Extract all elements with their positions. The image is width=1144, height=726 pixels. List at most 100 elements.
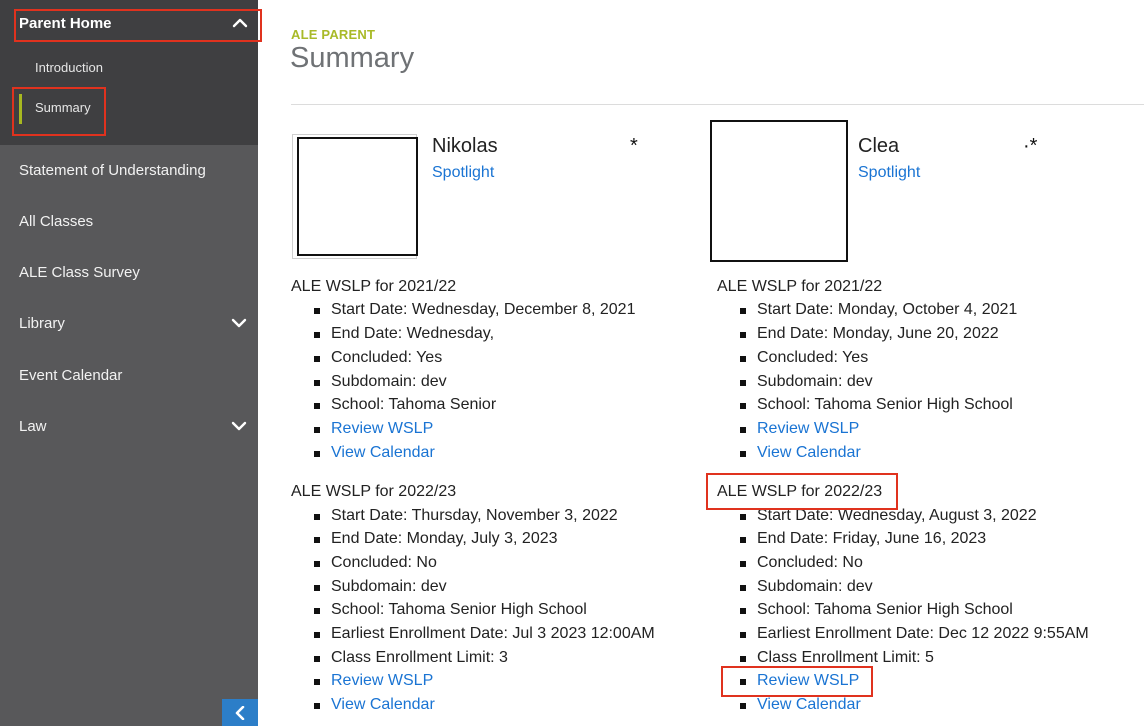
- sidebar-item-ale-class-survey[interactable]: ALE Class Survey: [0, 252, 258, 292]
- sidebar-item-event-calendar[interactable]: Event Calendar: [0, 355, 258, 395]
- view-calendar-link[interactable]: View Calendar: [331, 696, 435, 713]
- sidebar-item-statement-of-understanding[interactable]: Statement of Understanding: [0, 150, 258, 190]
- sidebar-item-label: Law: [19, 418, 47, 435]
- bullet-icon: [314, 537, 320, 543]
- page-title: Summary: [290, 42, 415, 74]
- chevron-down-icon[interactable]: [231, 315, 247, 331]
- detail-text: Concluded: No: [757, 554, 863, 571]
- detail-text: Class Enrollment Limit: 5: [757, 649, 934, 666]
- detail-text: Subdomain: dev: [331, 578, 447, 595]
- review-wslp-link[interactable]: Review WSLP: [757, 420, 859, 437]
- bullet-icon: [740, 308, 746, 314]
- bullet-icon: [314, 514, 320, 520]
- bullet-icon: [314, 380, 320, 386]
- bullet-icon: [314, 308, 320, 314]
- wslp-end-date: End Date: Friday, June 16, 2023: [740, 530, 987, 548]
- bullet-icon: [314, 656, 320, 662]
- detail-text: Earliest Enrollment Date: Jul 3 2023 12:…: [331, 625, 655, 642]
- wslp-start-date: Start Date: Wednesday, December 8, 2021: [314, 301, 636, 319]
- sidebar-item-label: ALE Class Survey: [19, 264, 140, 281]
- list-item: View Calendar: [314, 696, 435, 714]
- bullet-icon: [314, 632, 320, 638]
- wslp-subdomain: Subdomain: dev: [314, 578, 447, 596]
- bullet-icon: [314, 608, 320, 614]
- spotlight-link[interactable]: Spotlight: [858, 164, 920, 182]
- detail-text: Subdomain: dev: [331, 373, 447, 390]
- list-item: View Calendar: [740, 696, 861, 714]
- wslp-end-date: End Date: Monday, July 3, 2023: [314, 530, 558, 548]
- wslp-title: ALE WSLP for 2021/22: [717, 278, 883, 295]
- sidebar-item-all-classes[interactable]: All Classes: [0, 201, 258, 241]
- bullet-icon: [740, 537, 746, 543]
- detail-text: Earliest Enrollment Date: Dec 12 2022 9:…: [757, 625, 1089, 642]
- sidebar-item-label: Summary: [35, 100, 91, 115]
- view-calendar-link[interactable]: View Calendar: [331, 444, 435, 461]
- parent-home-section: Parent Home Introduction Summary: [0, 0, 258, 145]
- detail-text: School: Tahoma Senior High School: [331, 601, 587, 618]
- review-wslp-link[interactable]: Review WSLP: [331, 672, 433, 689]
- bullet-icon: [740, 679, 746, 685]
- parent-home-header[interactable]: Parent Home: [0, 0, 258, 46]
- bullet-icon: [740, 356, 746, 362]
- sidebar-item-summary[interactable]: Summary: [0, 92, 258, 124]
- sidebar-item-label: Event Calendar: [19, 367, 123, 384]
- view-calendar-link[interactable]: View Calendar: [757, 444, 861, 461]
- chevron-up-icon[interactable]: [232, 15, 248, 31]
- wslp-title: ALE WSLP for 2022/23: [717, 483, 883, 500]
- bullet-icon: [314, 427, 320, 433]
- sidebar-collapse-button[interactable]: [222, 699, 258, 726]
- sidebar-item-introduction[interactable]: Introduction: [0, 52, 258, 84]
- view-calendar-link[interactable]: View Calendar: [757, 696, 861, 713]
- chevron-down-icon[interactable]: [231, 418, 247, 434]
- wslp-concluded: Concluded: No: [314, 554, 437, 572]
- bullet-icon: [740, 561, 746, 567]
- wslp-start-date: Start Date: Wednesday, August 3, 2022: [740, 507, 1037, 525]
- wslp-title: ALE WSLP for 2021/22: [291, 278, 457, 295]
- detail-text: End Date: Monday, July 3, 2023: [331, 530, 558, 547]
- detail-text: Class Enrollment Limit: 3: [331, 649, 508, 666]
- bullet-icon: [314, 585, 320, 591]
- detail-text: Concluded: Yes: [331, 349, 443, 366]
- wslp-subdomain: Subdomain: dev: [740, 578, 873, 596]
- bullet-icon: [314, 356, 320, 362]
- bullet-icon: [740, 632, 746, 638]
- wslp-concluded: Concluded: Yes: [740, 349, 868, 367]
- sidebar: Parent Home Introduction Summary Stateme…: [0, 0, 258, 726]
- bullet-icon: [740, 608, 746, 614]
- spotlight-link[interactable]: Spotlight: [432, 164, 494, 182]
- sidebar-item-law[interactable]: Law: [0, 406, 258, 446]
- wslp-school: School: Tahoma Senior High School: [740, 601, 1013, 619]
- wslp-school: School: Tahoma Senior High School: [740, 396, 1013, 414]
- wslp-title: ALE WSLP for 2022/23: [291, 483, 457, 500]
- bullet-icon: [314, 679, 320, 685]
- detail-text: Start Date: Wednesday, August 3, 2022: [757, 507, 1037, 524]
- list-item: View Calendar: [314, 444, 435, 462]
- bullet-icon: [740, 403, 746, 409]
- bullet-icon: [314, 561, 320, 567]
- detail-text: End Date: Friday, June 16, 2023: [757, 530, 987, 547]
- wslp-concluded: Concluded: No: [740, 554, 863, 572]
- review-wslp-link[interactable]: Review WSLP: [331, 420, 433, 437]
- wslp-earliest-enrollment: Earliest Enrollment Date: Dec 12 2022 9:…: [740, 625, 1089, 643]
- student-mark: *: [630, 135, 638, 157]
- bullet-icon: [740, 514, 746, 520]
- page-kicker: ALE PARENT: [291, 27, 376, 42]
- bullet-icon: [740, 332, 746, 338]
- student-photo: [297, 137, 418, 256]
- bullet-icon: [314, 403, 320, 409]
- bullet-icon: [314, 703, 320, 709]
- detail-text: Start Date: Monday, October 4, 2021: [757, 301, 1018, 318]
- sidebar-item-library[interactable]: Library: [0, 303, 258, 343]
- detail-text: Subdomain: dev: [757, 578, 873, 595]
- wslp-end-date: End Date: Wednesday,: [314, 325, 494, 343]
- detail-text: Concluded: No: [331, 554, 437, 571]
- detail-text: School: Tahoma Senior High School: [757, 396, 1013, 413]
- review-wslp-link[interactable]: Review WSLP: [757, 672, 859, 689]
- bullet-icon: [314, 451, 320, 457]
- bullet-icon: [740, 451, 746, 457]
- sidebar-item-label: Library: [19, 315, 65, 332]
- sidebar-item-label: Statement of Understanding: [19, 162, 206, 179]
- detail-text: Start Date: Wednesday, December 8, 2021: [331, 301, 636, 318]
- list-item: Review WSLP: [314, 420, 433, 438]
- wslp-start-date: Start Date: Monday, October 4, 2021: [740, 301, 1018, 319]
